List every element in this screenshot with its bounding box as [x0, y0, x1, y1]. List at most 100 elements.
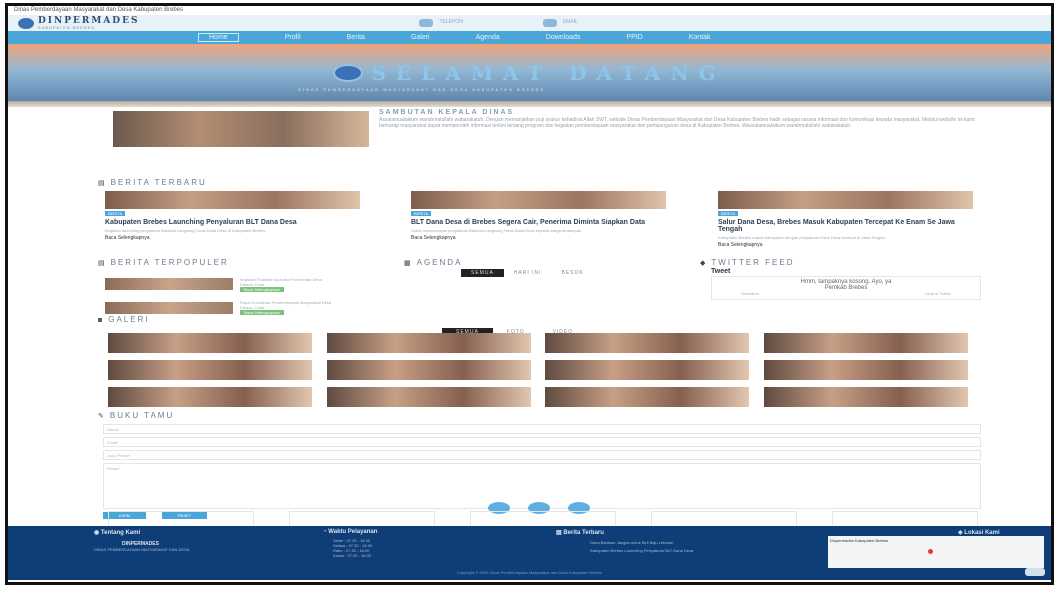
agenda-heading: ▦ AGENDA — [404, 258, 463, 267]
gallery-image[interactable] — [545, 333, 749, 353]
gallery-image[interactable] — [327, 333, 531, 353]
nav-agenda[interactable]: Agenda — [476, 34, 500, 41]
phone-icon — [419, 19, 434, 27]
site-footer: ◉ Tentang Kami DINPERMADES DINAS PEMBERD… — [8, 526, 1051, 580]
popular-item[interactable]: Rapat Koordinasi Pemberdayaan Masyarakat… — [240, 300, 350, 315]
brand[interactable]: DINPERMADES KABUPATEN BREBES — [38, 16, 139, 30]
welcome-title: SAMBUTAN KEPALA DINAS — [379, 109, 515, 116]
popular-thumb[interactable] — [105, 278, 233, 290]
news-excerpt: Untuk mempercepat penyaluran Bantuan Lan… — [411, 228, 582, 233]
newspaper-icon: ▤ — [98, 260, 107, 267]
news-title[interactable]: Salur Dana Desa, Brebes Masuk Kabupaten … — [718, 219, 973, 233]
gallery-image[interactable] — [327, 360, 531, 380]
gallery-image[interactable] — [764, 360, 968, 380]
scroll-top-icon[interactable] — [1025, 568, 1045, 576]
news-tag[interactable]: BERITA — [411, 211, 432, 216]
footer-hours: ◔ Waktu Pelayanan Senin : 07.30 - 16.00 … — [323, 529, 378, 558]
camera-icon: ◙ — [98, 317, 105, 324]
read-more-link[interactable]: Baca Selengkapnya — [105, 235, 360, 241]
tab-agenda-tomorrow[interactable]: BESOK — [552, 269, 594, 277]
agenda-tabs: SEMUA HARI INI BESOK — [461, 269, 594, 277]
popular-heading: ▤ BERITA TERPOPULER — [98, 258, 229, 267]
email-label: EMAIL — [562, 19, 578, 26]
news-card[interactable]: BERITA Kabupaten Brebes Launching Penyal… — [105, 191, 360, 266]
news-excerpt: Kegiatan launching penyaluran Bantuan La… — [105, 228, 267, 233]
copyright: Copyright © 2020 Dinas Pemberdayaan Masy… — [456, 570, 603, 575]
email-contact: EMAIL — [542, 19, 578, 27]
gallery-image[interactable] — [764, 333, 968, 353]
news-card[interactable]: BERITA BLT Dana Desa di Brebes Segera Ca… — [411, 191, 666, 266]
tweet-box: Hmm, tampaknya kosong. Ayo, ya Pemkab Br… — [711, 276, 981, 300]
welcome-section: SAMBUTAN KEPALA DINAS Assalamualaikum wa… — [8, 107, 1051, 183]
guestbook-heading: ✎ BUKU TAMU — [98, 411, 175, 420]
footer-news-item[interactable]: Dana Bantuan Jangan untuk Beli Baju Leba… — [556, 540, 693, 545]
gallery-image[interactable] — [108, 387, 312, 407]
calendar-icon: ▦ — [404, 260, 413, 267]
popular-button[interactable]: Baca Selengkapnya — [240, 287, 284, 292]
browser-frame: Dinas Pemberdayaan Masyarakat dan Desa K… — [5, 3, 1054, 585]
tab-agenda-all[interactable]: SEMUA — [461, 269, 504, 277]
news-image[interactable] — [718, 191, 973, 209]
footer-location: ◈ Lokasi Kami — [958, 530, 1000, 536]
gallery-image[interactable] — [545, 360, 749, 380]
gallery-image[interactable] — [545, 387, 749, 407]
news-image[interactable] — [411, 191, 666, 209]
info-icon: ◉ — [94, 530, 101, 536]
site-header: DINPERMADES KABUPATEN BREBES TELEPON EMA… — [8, 15, 1051, 31]
news-title[interactable]: Kabupaten Brebes Launching Penyaluran BL… — [105, 219, 360, 226]
popular-item[interactable]: Kegiatan Pelatihan Aparatur Pemerintah D… — [240, 277, 350, 292]
tweet-heading: Tweet — [711, 268, 731, 275]
logo-icon[interactable] — [18, 17, 34, 29]
map-marker-icon[interactable] — [928, 549, 933, 554]
gallery-image[interactable] — [108, 360, 312, 380]
nav-kontak[interactable]: Kontak — [689, 34, 711, 41]
phone-label: TELEPON — [439, 19, 463, 26]
welcome-body: Assalamualaikum warahmatullahi wabarakat… — [379, 117, 975, 129]
nav-downloads[interactable]: Downloads — [546, 34, 581, 41]
read-more-link[interactable]: Baca Selengkapnya — [411, 235, 666, 241]
twitter-heading: ◆ TWITTER FEED — [700, 258, 795, 267]
brand-tagline: KABUPATEN BREBES — [38, 24, 95, 30]
main-nav: Home Profil Berita Galeri Agenda Downloa… — [8, 31, 1051, 44]
hours-line: Kamis : 07.30 - 16.00 — [333, 553, 372, 558]
twitter-bird-icon: ◆ — [700, 260, 708, 267]
subject-field[interactable]: Judul Pesan* — [103, 450, 981, 460]
hero-title: SELAMAT DATANG — [371, 60, 726, 85]
welcome-photo — [113, 111, 369, 147]
nav-berita[interactable]: Berita — [347, 34, 365, 41]
gallery-image[interactable] — [327, 387, 531, 407]
news-card[interactable]: BERITA Salur Dana Desa, Brebes Masuk Kab… — [718, 191, 973, 266]
nav-profil[interactable]: Profil — [285, 34, 301, 41]
news-title[interactable]: BLT Dana Desa di Brebes Segera Cair, Pen… — [411, 219, 666, 226]
nav-ppid[interactable]: PPID — [626, 34, 642, 41]
news-excerpt: Kabupaten Brebes masuk kabupaten dengan … — [718, 235, 886, 240]
newspaper-icon: ▤ — [98, 180, 107, 187]
footer-news: ▤ Berita Terbaru Dana Bantuan Jangan unt… — [556, 530, 694, 553]
gallery-image[interactable] — [108, 333, 312, 353]
gallery-image[interactable] — [764, 387, 968, 407]
footer-news-item[interactable]: Kabupaten Brebes Launching Penyaluran BL… — [556, 548, 693, 553]
popular-button[interactable]: Baca Selengkapnya — [240, 310, 284, 315]
gallery-heading: ◙ GALERI — [98, 315, 150, 324]
news-tag[interactable]: BERITA — [718, 211, 739, 216]
name-field[interactable]: Nama* — [103, 424, 981, 434]
browser-title: Dinas Pemberdayaan Masyarakat dan Desa K… — [8, 6, 1051, 15]
email-field[interactable]: Email* — [103, 437, 981, 447]
tab-agenda-today[interactable]: HARI INI — [504, 269, 552, 277]
popular-thumb[interactable] — [105, 302, 233, 314]
embed-link[interactable]: Sematkan — [741, 291, 759, 296]
view-on-twitter-link[interactable]: Lihat di Twitter — [925, 291, 951, 296]
emblem-icon — [333, 63, 364, 82]
location-map[interactable]: Dinpermades Kabupaten Brebes — [828, 536, 1044, 568]
map-label: Dinpermades Kabupaten Brebes — [830, 538, 889, 543]
news-tag[interactable]: BERITA — [105, 211, 126, 216]
pencil-icon: ✎ — [98, 413, 106, 420]
footer-about: ◉ Tentang Kami DINPERMADES DINAS PEMBERD… — [94, 530, 190, 552]
footer-about-desc: DINAS PEMBERDAYAAN MASYARAKAT DAN DESA — [94, 547, 190, 552]
phone-contact: TELEPON — [419, 19, 463, 27]
nav-home[interactable]: Home — [198, 33, 239, 42]
nav-galeri[interactable]: Galeri — [411, 34, 430, 41]
read-more-link[interactable]: Baca Selengkapnya — [718, 242, 973, 248]
email-icon — [542, 19, 557, 27]
news-image[interactable] — [105, 191, 360, 209]
